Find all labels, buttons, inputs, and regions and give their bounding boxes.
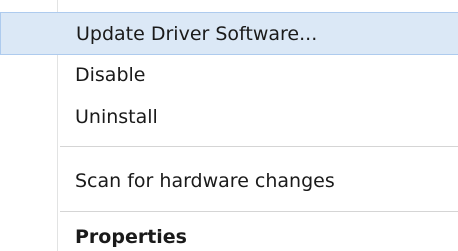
context-menu: Update Driver Software... Disable Uninst… — [0, 0, 458, 251]
menu-item-label: Uninstall — [75, 106, 158, 128]
menu-item-properties[interactable]: Properties — [0, 226, 458, 248]
menu-separator — [60, 211, 458, 212]
menu-item-disable[interactable]: Disable — [0, 64, 458, 86]
menu-item-label: Update Driver Software... — [76, 23, 318, 45]
menu-item-scan-for-hardware-changes[interactable]: Scan for hardware changes — [0, 170, 458, 192]
menu-item-label: Disable — [75, 64, 146, 86]
menu-item-update-driver-software[interactable]: Update Driver Software... — [0, 12, 458, 55]
menu-item-label: Scan for hardware changes — [75, 170, 335, 192]
menu-item-label: Properties — [75, 226, 187, 248]
menu-separator — [60, 146, 458, 147]
menu-item-uninstall[interactable]: Uninstall — [0, 106, 458, 128]
